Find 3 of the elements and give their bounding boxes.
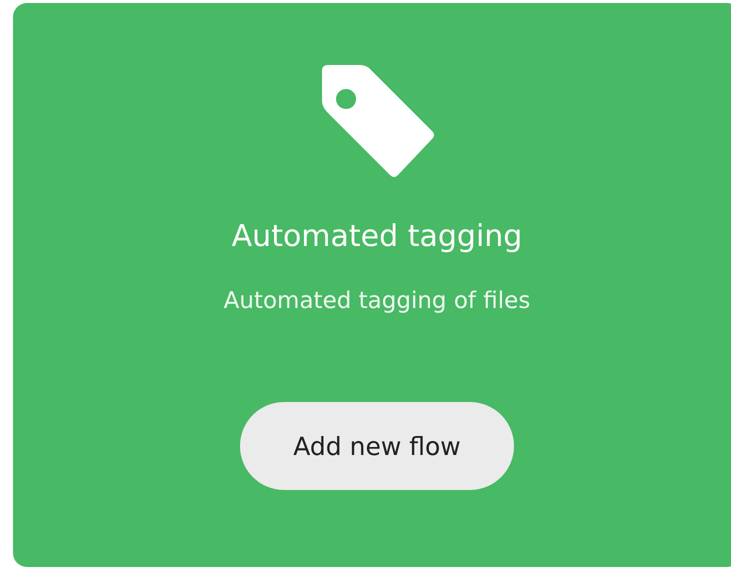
card-description: Automated tagging of files (224, 288, 530, 314)
card-title: Automated tagging (232, 219, 522, 254)
add-new-flow-button[interactable]: Add new flow (240, 402, 514, 490)
